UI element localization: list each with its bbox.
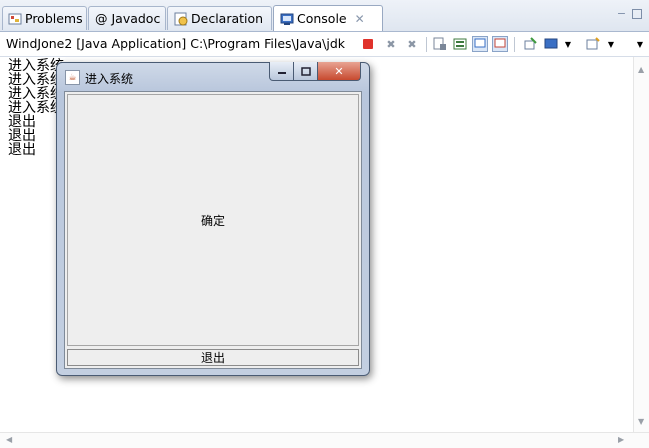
remove-launch-icon[interactable]: ✖ <box>383 36 399 52</box>
problems-icon <box>8 11 22 26</box>
vertical-scrollbar[interactable]: ▲ ▼ <box>633 57 649 432</box>
remove-all-terminated-icon[interactable]: ✖ <box>404 36 420 52</box>
window-content: 确定 退出 <box>64 91 362 369</box>
maximize-view-icon[interactable] <box>632 9 642 19</box>
minimize-button[interactable] <box>269 62 294 81</box>
view-menu-icon[interactable]: ▼ <box>632 36 648 52</box>
java-icon: ☕ <box>65 70 80 85</box>
toolbar-separator <box>514 37 515 52</box>
maximize-icon <box>300 66 311 76</box>
minimize-view-icon[interactable]: − <box>616 8 627 19</box>
show-on-stderr-icon[interactable] <box>492 36 508 52</box>
declaration-icon <box>173 11 188 26</box>
tab-label: @ Javadoc <box>95 11 161 26</box>
display-console-icon[interactable] <box>543 36 559 52</box>
toolbar-separator <box>426 37 427 52</box>
scroll-down-icon[interactable]: ▼ <box>638 417 644 426</box>
pin-console-icon[interactable] <box>522 36 538 52</box>
chevron-down-icon[interactable]: ▼ <box>560 36 576 52</box>
clear-console-icon[interactable] <box>432 36 448 52</box>
show-on-stdout-icon[interactable] <box>472 36 488 52</box>
tab-declaration[interactable]: Declaration <box>167 6 272 30</box>
close-icon: ✕ <box>334 64 344 78</box>
close-button[interactable]: ✕ <box>317 62 361 81</box>
console-process-title: WindJone2 [Java Application] C:\Program … <box>6 36 346 51</box>
minimize-icon <box>277 72 286 74</box>
tab-console[interactable]: Console ✕ <box>273 5 383 31</box>
scroll-lock-icon[interactable] <box>452 36 468 52</box>
scroll-up-icon[interactable]: ▲ <box>638 65 644 74</box>
ok-button[interactable]: 确定 <box>67 94 359 346</box>
horizontal-scrollbar[interactable]: ◀ ▶ <box>0 432 649 448</box>
view-tab-bar: Problems @ Javadoc Declaration Console ✕… <box>0 0 649 32</box>
tab-problems[interactable]: Problems <box>2 6 87 30</box>
scroll-right-icon[interactable]: ▶ <box>618 435 624 444</box>
console-line: 退出 <box>8 142 36 158</box>
tab-label: Problems <box>25 11 83 26</box>
window-title: 进入系统 <box>85 72 134 86</box>
console-toolbar: WindJone2 [Java Application] C:\Program … <box>0 32 649 57</box>
tab-label: Console <box>297 11 347 26</box>
scroll-left-icon[interactable]: ◀ <box>6 435 12 444</box>
terminate-icon[interactable] <box>360 36 376 52</box>
console-line: 退出 <box>8 114 36 130</box>
chevron-down-icon[interactable]: ▼ <box>603 36 619 52</box>
tab-javadoc[interactable]: @ Javadoc <box>88 6 166 30</box>
close-tab-icon[interactable]: ✕ <box>355 12 365 26</box>
console-line: 退出 <box>8 128 36 144</box>
tab-label: Declaration <box>191 11 264 26</box>
console-icon <box>279 11 294 26</box>
system-dialog-window: ☕ 进入系统 ✕ 确定 退出 <box>56 62 370 376</box>
maximize-button[interactable] <box>293 62 318 81</box>
exit-button[interactable]: 退出 <box>67 349 359 366</box>
open-console-icon[interactable] <box>585 36 601 52</box>
